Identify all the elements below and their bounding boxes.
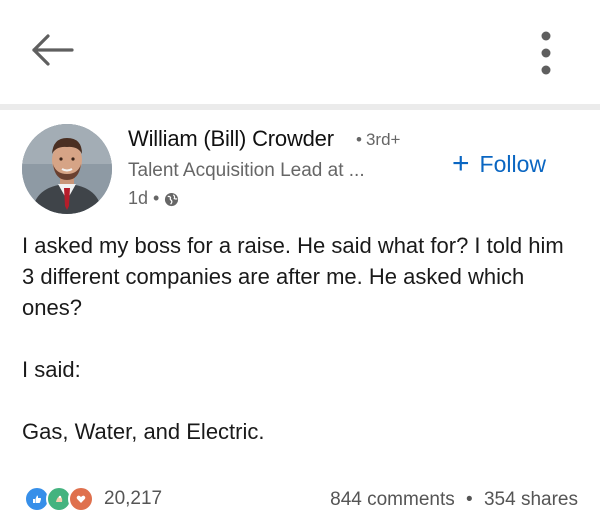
back-button[interactable] <box>28 30 76 70</box>
header-divider <box>0 104 600 110</box>
reactions-summary[interactable]: 20,217 <box>24 486 162 512</box>
post-paragraph: Gas, Water, and Electric. <box>22 419 265 444</box>
more-options-button[interactable] <box>532 26 560 82</box>
meta-separator: • <box>153 188 160 208</box>
arrow-left-icon <box>32 34 74 66</box>
author-headline: Talent Acquisition Lead at ... <box>128 160 365 181</box>
love-icon <box>68 486 94 512</box>
comments-count[interactable]: 844 comments <box>330 489 455 510</box>
author-avatar[interactable] <box>22 124 112 214</box>
post-paragraph: I asked my boss for a raise. He said wha… <box>22 233 564 320</box>
author-name[interactable]: William (Bill) Crowder <box>128 126 334 152</box>
globe-icon <box>164 191 179 207</box>
follow-label: Follow <box>479 150 546 177</box>
vertical-dots-icon <box>541 31 551 75</box>
shares-count[interactable]: 354 shares <box>484 489 578 510</box>
top-bar <box>0 0 600 104</box>
reaction-icons <box>24 486 96 512</box>
post-time: 1d <box>128 188 149 208</box>
counts-separator: • <box>466 489 473 510</box>
social-counts: 844 comments • 354 shares <box>330 489 578 511</box>
post-body: I asked my boss for a raise. He said wha… <box>22 230 582 447</box>
connection-degree: • 3rd+ <box>356 130 401 149</box>
reaction-count: 20,217 <box>104 488 163 509</box>
follow-button[interactable]: + Follow <box>452 146 546 182</box>
avatar-photo <box>22 124 112 214</box>
plus-icon: + <box>452 147 470 180</box>
connection-degree-label: 3rd+ <box>365 130 401 149</box>
post-meta: 1d • <box>128 188 179 209</box>
post-paragraph: I said: <box>22 357 81 382</box>
